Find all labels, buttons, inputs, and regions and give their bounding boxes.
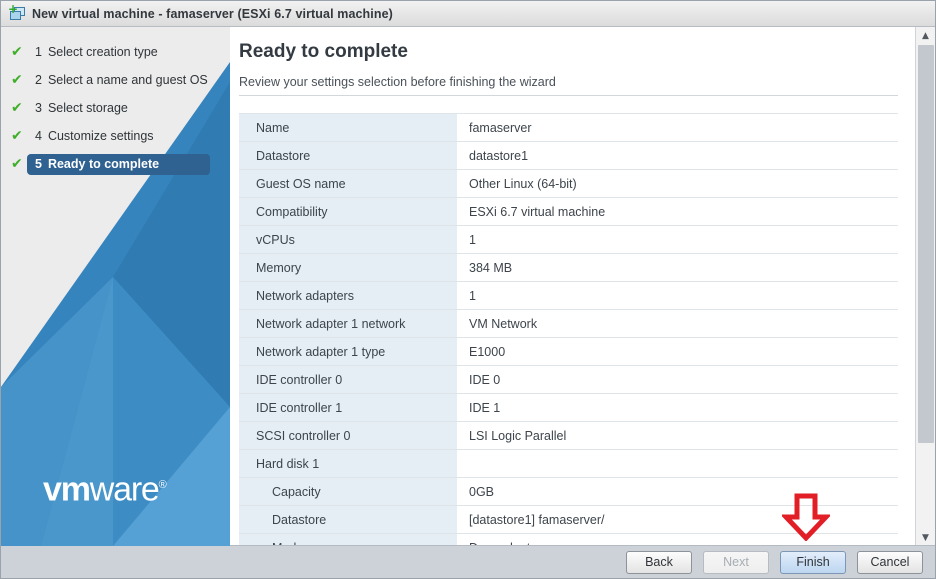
- header-divider: [239, 95, 898, 96]
- sidebar-step-1[interactable]: ✔ 1 Select creation type: [9, 41, 230, 63]
- sidebar-step-3[interactable]: ✔ 3 Select storage: [9, 97, 230, 119]
- vmware-logo-ware: ware: [89, 470, 160, 508]
- row-value: [457, 450, 898, 477]
- row-value: 1: [457, 282, 898, 309]
- table-row: vCPUs 1: [239, 226, 898, 254]
- window-titlebar: + New virtual machine - famaserver (ESXi…: [1, 1, 935, 27]
- row-label: Compatibility: [239, 198, 457, 225]
- row-value: VM Network: [457, 310, 898, 337]
- table-row: Memory 384 MB: [239, 254, 898, 282]
- check-icon: ✔: [11, 44, 23, 60]
- step-number: 4: [35, 129, 42, 143]
- row-value: E1000: [457, 338, 898, 365]
- step-label: Ready to complete: [47, 157, 160, 171]
- row-label: Network adapter 1 network: [239, 310, 457, 337]
- wizard-sidebar: ✔ 1 Select creation type ✔ 2 Select a na…: [1, 27, 230, 546]
- row-label: IDE controller 0: [239, 366, 457, 393]
- row-value: IDE 1: [457, 394, 898, 421]
- finish-button[interactable]: Finish: [780, 550, 846, 574]
- page-title: Ready to complete: [239, 41, 408, 62]
- step-label: Select a name and guest OS: [47, 73, 208, 87]
- check-icon: ✔: [11, 72, 23, 88]
- scroll-down-icon[interactable]: ▼: [916, 529, 935, 546]
- row-label: Capacity: [239, 478, 457, 505]
- row-value: ESXi 6.7 virtual machine: [457, 198, 898, 225]
- row-label: Network adapters: [239, 282, 457, 309]
- sidebar-step-4-pill: 4 Customize settings: [27, 126, 164, 147]
- table-row: IDE controller 1 IDE 1: [239, 394, 898, 422]
- check-icon: ✔: [11, 128, 23, 144]
- row-label: SCSI controller 0: [239, 422, 457, 449]
- row-value: 1: [457, 226, 898, 253]
- sidebar-step-5-pill: 5 Ready to complete: [27, 153, 210, 175]
- row-value: LSI Logic Parallel: [457, 422, 898, 449]
- sidebar-step-2[interactable]: ✔ 2 Select a name and guest OS: [9, 69, 230, 91]
- row-label: Hard disk 1: [239, 450, 457, 477]
- row-label: IDE controller 1: [239, 394, 457, 421]
- scroll-up-icon[interactable]: ▲: [916, 27, 935, 44]
- sidebar-step-4[interactable]: ✔ 4 Customize settings: [9, 125, 230, 147]
- row-label: Datastore: [239, 506, 457, 533]
- next-button: Next: [703, 550, 769, 574]
- table-row: Compatibility ESXi 6.7 virtual machine: [239, 198, 898, 226]
- step-number: 1: [35, 45, 42, 59]
- summary-table: Name famaserver Datastore datastore1 Guest O…: [239, 113, 898, 546]
- row-value: 384 MB: [457, 254, 898, 281]
- step-number: 3: [35, 101, 42, 115]
- step-label: Customize settings: [47, 129, 154, 143]
- row-value: [datastore1] famaserver/: [457, 506, 898, 533]
- table-row: Datastore [datastore1] famaserver/: [239, 506, 898, 534]
- new-virtual-machine-icon: +: [8, 3, 26, 22]
- vertical-scrollbar[interactable]: ▲ ▼: [915, 27, 935, 546]
- sidebar-step-1-pill: 1 Select creation type: [27, 42, 168, 63]
- vm-wizard-window: + New virtual machine - famaserver (ESXi…: [0, 0, 936, 579]
- row-label: Guest OS name: [239, 170, 457, 197]
- table-row: Network adapter 1 type E1000: [239, 338, 898, 366]
- row-value: datastore1: [457, 142, 898, 169]
- table-row: IDE controller 0 IDE 0: [239, 366, 898, 394]
- back-button[interactable]: Back: [626, 550, 692, 574]
- sidebar-step-5[interactable]: ✔ 5 Ready to complete: [9, 153, 230, 175]
- cancel-button[interactable]: Cancel: [857, 550, 923, 574]
- check-icon: ✔: [11, 156, 23, 172]
- row-value: IDE 0: [457, 366, 898, 393]
- row-label: Network adapter 1 type: [239, 338, 457, 365]
- row-label: Datastore: [239, 142, 457, 169]
- scrollbar-thumb[interactable]: [918, 45, 934, 443]
- step-number: 2: [35, 73, 42, 87]
- table-row: Name famaserver: [239, 114, 898, 142]
- row-value: famaserver: [457, 114, 898, 141]
- table-row: Datastore datastore1: [239, 142, 898, 170]
- wizard-footer: Back Next Finish Cancel: [1, 545, 935, 578]
- step-number: 5: [35, 157, 42, 171]
- wizard-content-panel: Ready to complete Review your settings s…: [230, 27, 916, 546]
- row-value: Other Linux (64-bit): [457, 170, 898, 197]
- table-row: Network adapter 1 network VM Network: [239, 310, 898, 338]
- row-label: Memory: [239, 254, 457, 281]
- row-value: 0GB: [457, 478, 898, 505]
- registered-mark: ®: [158, 478, 167, 491]
- vmware-logo: vmware®: [43, 468, 167, 506]
- table-row: SCSI controller 0 LSI Logic Parallel: [239, 422, 898, 450]
- table-row: Network adapters 1: [239, 282, 898, 310]
- window-title: New virtual machine - famaserver (ESXi 6…: [32, 6, 393, 21]
- table-row: Guest OS name Other Linux (64-bit): [239, 170, 898, 198]
- sidebar-step-3-pill: 3 Select storage: [27, 98, 138, 119]
- row-label: vCPUs: [239, 226, 457, 253]
- step-label: Select storage: [47, 101, 128, 115]
- table-row: Capacity 0GB: [239, 478, 898, 506]
- vmware-logo-vm: vm: [43, 470, 91, 508]
- step-label: Select creation type: [47, 45, 158, 59]
- check-icon: ✔: [11, 100, 23, 116]
- sidebar-step-2-pill: 2 Select a name and guest OS: [27, 70, 218, 91]
- page-subtitle: Review your settings selection before fi…: [239, 75, 556, 89]
- row-label: Name: [239, 114, 457, 141]
- wizard-step-list: ✔ 1 Select creation type ✔ 2 Select a na…: [1, 27, 230, 175]
- table-row: Hard disk 1: [239, 450, 898, 478]
